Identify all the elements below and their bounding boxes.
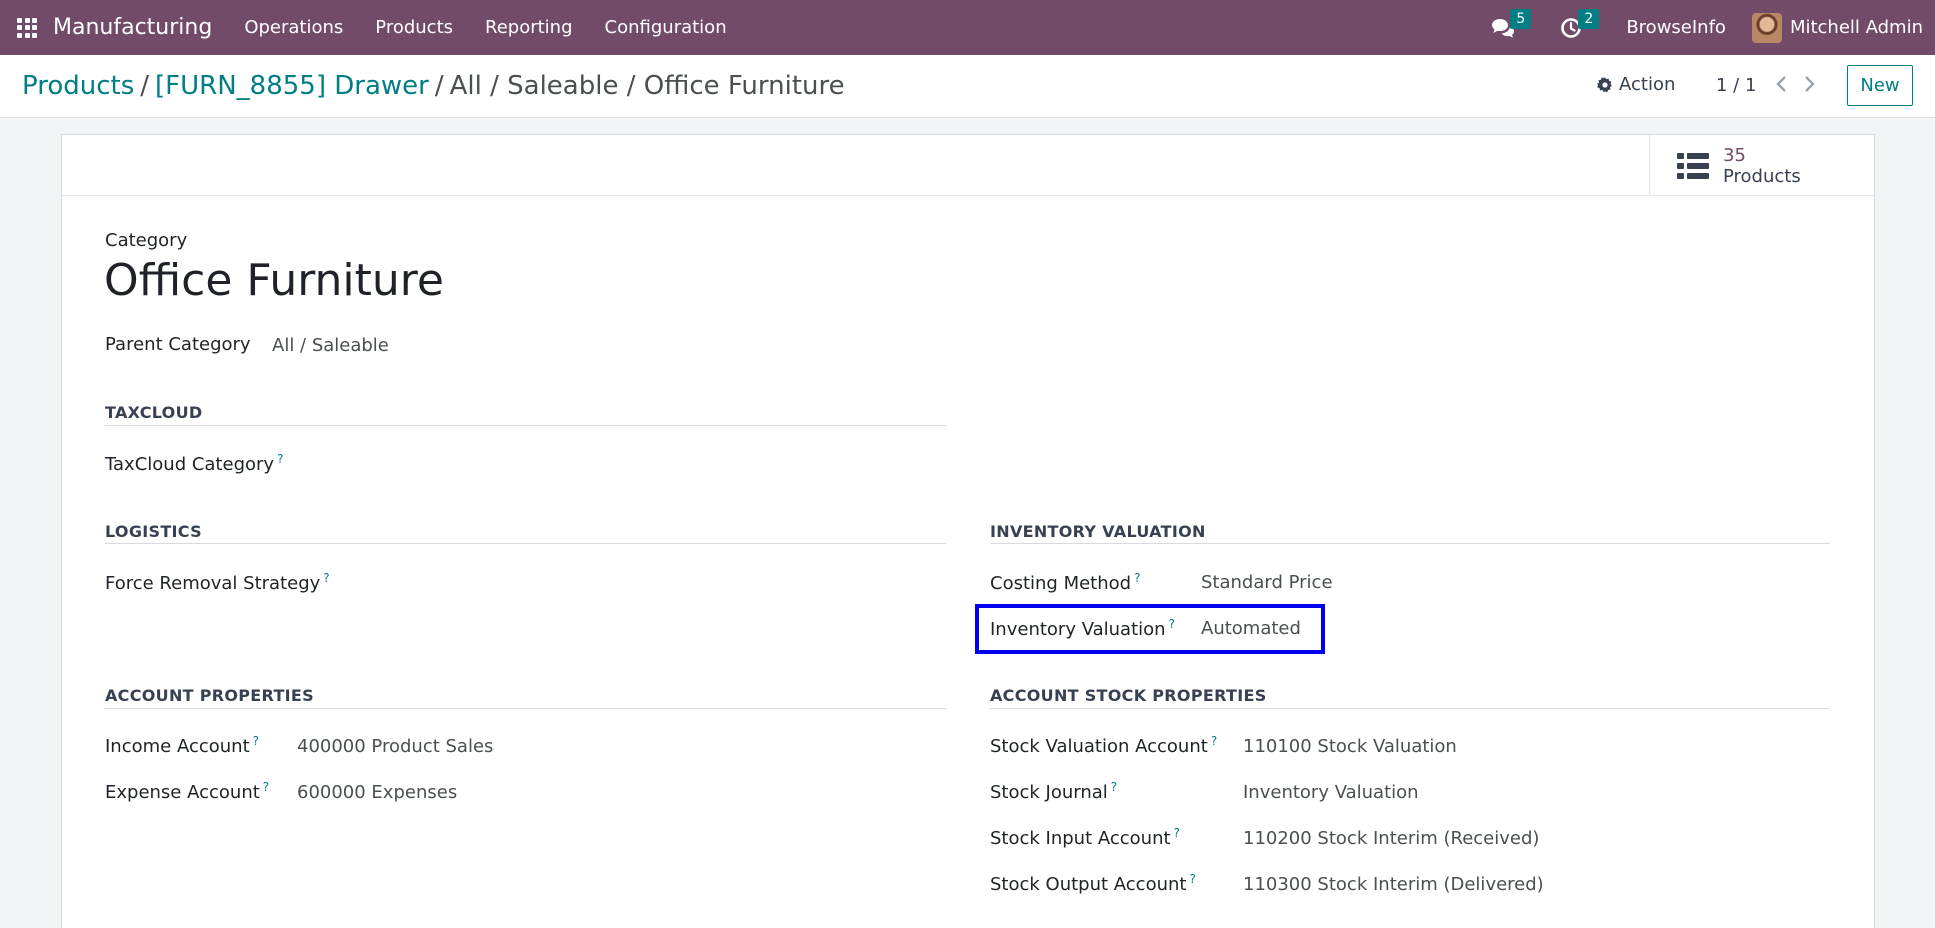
help-icon[interactable]: ? bbox=[277, 452, 283, 466]
help-icon[interactable]: ? bbox=[1189, 872, 1195, 886]
action-label: Action bbox=[1619, 74, 1676, 95]
section-divider bbox=[990, 543, 1830, 544]
breadcrumb-current: All / Saleable / Office Furniture bbox=[449, 71, 845, 101]
messages-icon[interactable]: 5 bbox=[1490, 8, 1532, 41]
income-account-label: Income Account? bbox=[105, 734, 260, 757]
activities-icon[interactable]: 2 bbox=[1558, 8, 1600, 41]
systray: 5 2 BrowseInfo Mitchell Admin bbox=[1490, 0, 1935, 55]
expense-account-field[interactable]: 600000 Expenses bbox=[297, 782, 457, 803]
form-sheet: 35 Products bbox=[61, 134, 1875, 928]
stock-input-account-field[interactable]: 110200 Stock Interim (Received) bbox=[1243, 828, 1539, 849]
inventory-valuation-label: Inventory Valuation? bbox=[990, 617, 1175, 640]
user-menu[interactable]: Mitchell Admin bbox=[1751, 12, 1923, 43]
section-account-properties: ACCOUNT PROPERTIES bbox=[105, 686, 314, 705]
breadcrumb-separator: / bbox=[434, 71, 444, 101]
apps-grid-icon[interactable] bbox=[17, 17, 37, 38]
new-button[interactable]: New bbox=[1847, 65, 1913, 106]
stock-input-account-label: Stock Input Account? bbox=[990, 826, 1180, 849]
parent-category-field[interactable]: All / Saleable bbox=[272, 335, 389, 356]
stock-output-account-field[interactable]: 110300 Stock Interim (Delivered) bbox=[1243, 874, 1544, 895]
pager-next-button[interactable] bbox=[1799, 73, 1819, 95]
products-smart-button[interactable]: 35 Products bbox=[1649, 135, 1874, 196]
button-box: 35 Products bbox=[62, 135, 1874, 196]
stock-output-account-label: Stock Output Account? bbox=[990, 872, 1196, 895]
user-name: Mitchell Admin bbox=[1789, 17, 1923, 38]
help-icon[interactable]: ? bbox=[253, 734, 259, 748]
section-account-stock-properties: ACCOUNT STOCK PROPERTIES bbox=[990, 686, 1267, 705]
section-divider bbox=[105, 543, 946, 544]
help-icon[interactable]: ? bbox=[1174, 826, 1180, 840]
stock-journal-label: Stock Journal? bbox=[990, 780, 1118, 803]
stock-valuation-account-field[interactable]: 110100 Stock Valuation bbox=[1243, 736, 1457, 757]
category-caption: Category bbox=[105, 230, 188, 251]
activities-badge: 2 bbox=[1578, 8, 1600, 29]
section-taxcloud: TAXCLOUD bbox=[105, 403, 203, 422]
control-panel: Products / [FURN_8855] Drawer / All / Saleab… bbox=[0, 55, 1935, 118]
section-logistics: LOGISTICS bbox=[105, 522, 202, 541]
list-icon bbox=[1677, 153, 1709, 179]
taxcloud-category-label: TaxCloud Category? bbox=[105, 452, 284, 475]
breadcrumb: Products / [FURN_8855] Drawer / All / Saleab… bbox=[22, 71, 845, 101]
help-icon[interactable]: ? bbox=[323, 571, 329, 585]
section-divider bbox=[105, 708, 946, 709]
pager-previous-button[interactable] bbox=[1772, 73, 1792, 95]
chevron-left-icon bbox=[1776, 76, 1786, 92]
page-title[interactable]: Office Furniture bbox=[104, 255, 444, 306]
breadcrumb-drawer[interactable]: [FURN_8855] Drawer bbox=[155, 71, 429, 101]
stock-journal-field[interactable]: Inventory Valuation bbox=[1243, 782, 1419, 803]
pager-value[interactable]: 1 / 1 bbox=[1716, 75, 1756, 96]
section-divider bbox=[990, 708, 1830, 709]
products-count: 35 bbox=[1723, 145, 1746, 166]
app-name[interactable]: Manufacturing bbox=[53, 15, 212, 40]
main-menu: Operations Products Reporting Configurat… bbox=[228, 17, 742, 38]
costing-method-label: Costing Method? bbox=[990, 571, 1141, 594]
breadcrumb-separator: / bbox=[140, 71, 150, 101]
menu-products[interactable]: Products bbox=[359, 17, 469, 38]
breadcrumb-products[interactable]: Products bbox=[22, 71, 134, 101]
income-account-field[interactable]: 400000 Product Sales bbox=[297, 736, 493, 757]
company-switcher[interactable]: BrowseInfo bbox=[1626, 17, 1726, 38]
section-inventory-valuation: INVENTORY VALUATION bbox=[990, 522, 1206, 541]
menu-configuration[interactable]: Configuration bbox=[589, 17, 743, 38]
top-navbar: Manufacturing Operations Products Report… bbox=[0, 0, 1935, 55]
expense-account-label: Expense Account? bbox=[105, 780, 270, 803]
help-icon[interactable]: ? bbox=[1134, 571, 1140, 585]
help-icon[interactable]: ? bbox=[1111, 780, 1117, 794]
gear-icon bbox=[1597, 76, 1612, 92]
avatar bbox=[1751, 12, 1782, 43]
products-label: Products bbox=[1723, 166, 1801, 187]
help-icon[interactable]: ? bbox=[1169, 617, 1175, 631]
messages-badge: 5 bbox=[1510, 8, 1532, 29]
chevron-right-icon bbox=[1805, 76, 1815, 92]
parent-category-label: Parent Category bbox=[105, 334, 251, 355]
inventory-valuation-field[interactable]: Automated bbox=[1201, 618, 1301, 639]
menu-reporting[interactable]: Reporting bbox=[469, 17, 589, 38]
stock-valuation-account-label: Stock Valuation Account? bbox=[990, 734, 1218, 757]
help-icon[interactable]: ? bbox=[263, 780, 269, 794]
removal-strategy-label: Force Removal Strategy? bbox=[105, 571, 330, 594]
help-icon[interactable]: ? bbox=[1211, 734, 1217, 748]
menu-operations[interactable]: Operations bbox=[228, 17, 359, 38]
section-divider bbox=[105, 425, 946, 426]
action-button[interactable]: Action bbox=[1597, 74, 1675, 95]
costing-method-field[interactable]: Standard Price bbox=[1201, 572, 1333, 593]
